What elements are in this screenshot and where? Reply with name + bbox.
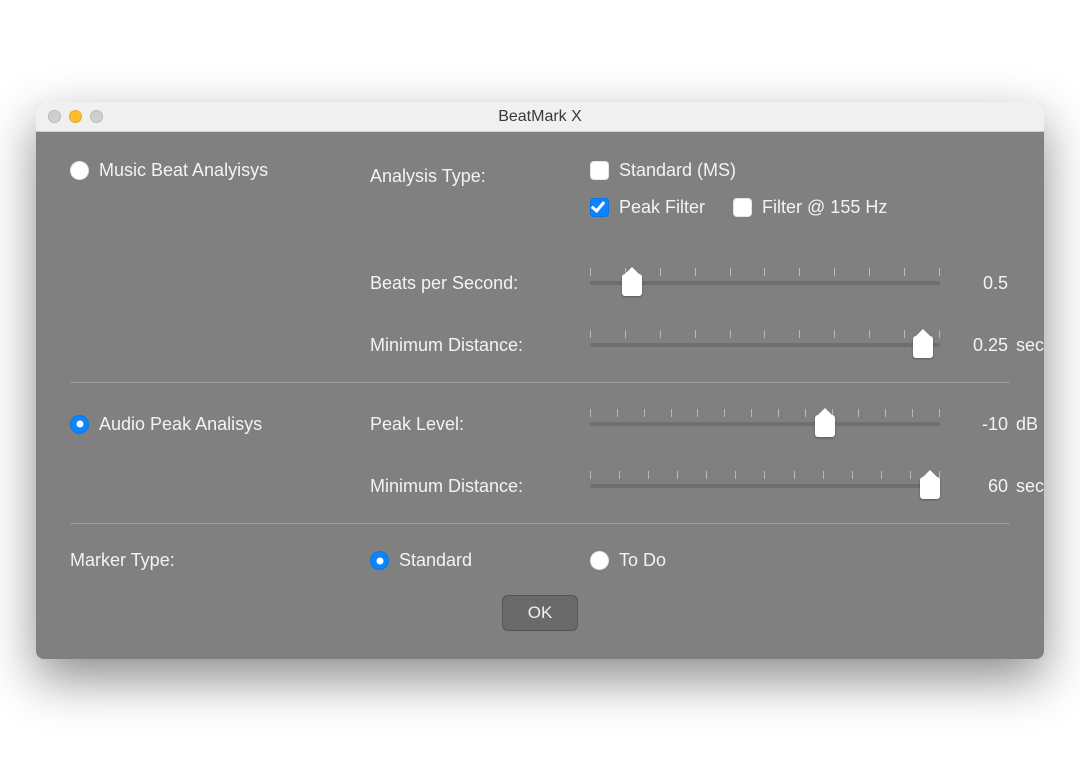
standard-ms-label: Standard (MS) [619, 160, 736, 181]
peak-filter-label: Peak Filter [619, 197, 705, 218]
settings-window: BeatMark X Music Beat Analyisys Analysis… [36, 102, 1044, 659]
mindist2-unit: secs [1016, 476, 1044, 497]
mindist1-label: Minimum Distance: [370, 335, 523, 355]
marker-standard-label: Standard [399, 550, 472, 571]
mindist2-slider[interactable] [590, 471, 940, 501]
marker-todo-radio[interactable] [590, 551, 609, 570]
filter-155-checkbox[interactable] [733, 198, 752, 217]
bps-value: 0.5 [958, 273, 1008, 294]
mindist1-slider[interactable] [590, 330, 940, 360]
mindist1-unit: secs [1016, 335, 1044, 356]
peak-level-label: Peak Level: [370, 414, 464, 434]
separator [70, 382, 1010, 383]
peak-level-value: -10 [958, 414, 1008, 435]
ok-button[interactable]: OK [502, 595, 579, 631]
marker-todo-label: To Do [619, 550, 666, 571]
content: Music Beat Analyisys Analysis Type: Stan… [36, 132, 1044, 659]
filter-155-label: Filter @ 155 Hz [762, 197, 887, 218]
window-title: BeatMark X [36, 108, 1044, 126]
peak-filter-checkbox[interactable] [590, 198, 609, 217]
music-beat-label: Music Beat Analyisys [99, 160, 268, 181]
mindist2-value: 60 [958, 476, 1008, 497]
peak-level-slider[interactable] [590, 409, 940, 439]
audio-peak-label: Audio Peak Analisys [99, 414, 262, 435]
mindist1-value: 0.25 [958, 335, 1008, 356]
mindist2-label: Minimum Distance: [370, 476, 523, 496]
peak-level-unit: dB [1016, 414, 1044, 435]
analysis-type-label: Analysis Type: [370, 166, 486, 186]
marker-standard-radio[interactable] [370, 551, 389, 570]
music-beat-radio[interactable] [70, 161, 89, 180]
standard-ms-checkbox[interactable] [590, 161, 609, 180]
bps-label: Beats per Second: [370, 273, 518, 293]
titlebar: BeatMark X [36, 102, 1044, 132]
separator-2 [70, 523, 1010, 524]
bps-slider[interactable] [590, 268, 940, 298]
marker-type-label: Marker Type: [70, 550, 175, 571]
audio-peak-radio[interactable] [70, 415, 89, 434]
